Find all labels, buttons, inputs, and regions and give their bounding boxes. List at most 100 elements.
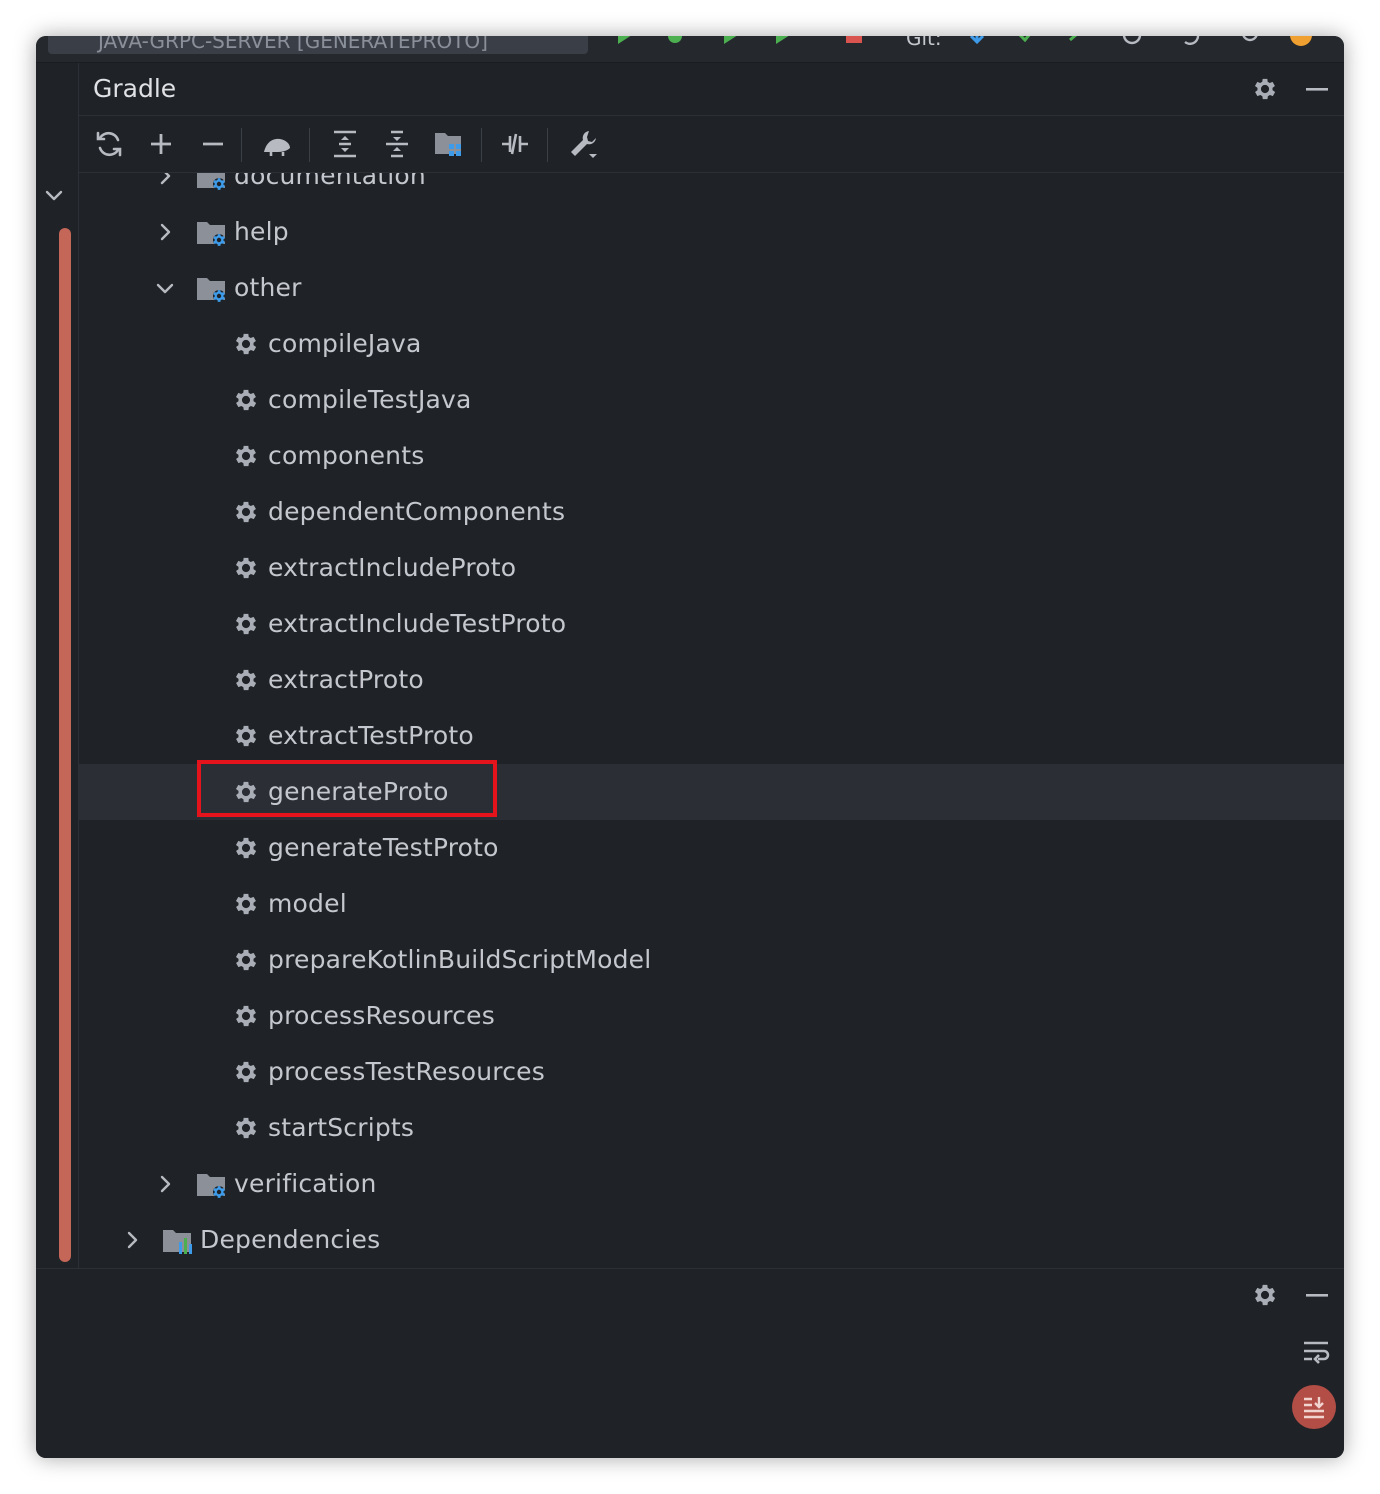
toolbar-separator [547, 128, 548, 162]
scroll-to-end-button[interactable] [1292, 1385, 1336, 1429]
task-label: generateTestProto [268, 833, 499, 862]
task-label: extractProto [268, 665, 424, 694]
task-row[interactable]: startScripts [79, 1100, 1344, 1156]
task-group-folder-icon [195, 1170, 229, 1200]
main-toolbar: JAVA-GRPC-SERVER [GENERATEPROTO] Git: [36, 36, 1344, 63]
coverage-icon[interactable] [718, 36, 740, 46]
task-gear-icon [232, 498, 260, 526]
git-label: Git: [906, 36, 942, 50]
task-label: model [268, 889, 347, 918]
toolbar-separator [481, 128, 482, 162]
git-push-icon[interactable] [1066, 36, 1088, 46]
task-row[interactable]: extractIncludeTestProto [79, 596, 1344, 652]
tree-group-verification[interactable]: verification [79, 1156, 1344, 1212]
tree-group-label: Dependencies [200, 1225, 381, 1254]
task-label: startScripts [268, 1113, 415, 1142]
task-gear-icon [232, 330, 260, 358]
task-row[interactable]: generateTestProto [79, 820, 1344, 876]
tree-group-help[interactable]: help [79, 204, 1344, 260]
run-icon[interactable] [613, 36, 635, 46]
reload-icon[interactable] [93, 128, 125, 160]
scroll-to-end-icon [1304, 1397, 1324, 1419]
dependency-analyzer-icon[interactable] [433, 128, 465, 160]
task-label: compileTestJava [268, 385, 472, 414]
task-row[interactable]: extractIncludeProto [79, 540, 1344, 596]
stop-icon[interactable] [843, 36, 865, 46]
git-commit-icon[interactable] [1016, 36, 1038, 46]
gradle-panel-header: Gradle [79, 63, 1344, 116]
task-label: extractIncludeProto [268, 553, 517, 582]
soft-wrap-icon[interactable] [1300, 1337, 1332, 1369]
tree-group-label: verification [234, 1169, 377, 1198]
chevron-right-icon[interactable] [122, 1230, 142, 1250]
minimize-icon[interactable] [1303, 75, 1331, 103]
task-row[interactable]: compileTestJava [79, 372, 1344, 428]
chevron-right-icon[interactable] [155, 222, 175, 242]
chevron-right-icon[interactable] [155, 173, 175, 186]
task-row[interactable]: extractProto [79, 652, 1344, 708]
task-group-folder-icon [195, 173, 229, 192]
collapse-all-icon[interactable] [381, 128, 413, 160]
task-row[interactable]: dependentComponents [79, 484, 1344, 540]
debug-icon[interactable] [664, 36, 686, 46]
profile-icon[interactable] [770, 36, 792, 46]
task-group-folder-icon [195, 274, 229, 304]
history-icon[interactable] [1121, 36, 1143, 46]
tree-group-label: documentation [234, 173, 426, 190]
task-row[interactable]: extractTestProto [79, 708, 1344, 764]
tree-group-documentation[interactable]: documentation [79, 173, 1344, 204]
chevron-down-icon[interactable] [44, 185, 64, 205]
task-row[interactable]: model [79, 876, 1344, 932]
rollback-icon[interactable] [1179, 36, 1201, 46]
expand-all-icon[interactable] [329, 128, 361, 160]
task-group-folder-icon [195, 218, 229, 248]
avatar-icon[interactable] [1290, 36, 1312, 46]
run-panel-header [36, 1268, 1344, 1324]
remove-icon[interactable] [197, 128, 229, 160]
gradle-task-tree: documentation help other compileJava com… [79, 173, 1344, 1268]
git-update-icon[interactable] [966, 36, 988, 46]
run-output-panel [36, 1323, 1344, 1458]
task-row[interactable]: processTestResources [79, 1044, 1344, 1100]
gear-icon[interactable] [1251, 75, 1279, 103]
tree-group-label: other [234, 273, 302, 302]
task-gear-icon [232, 946, 260, 974]
minimize-icon[interactable] [1303, 1281, 1331, 1309]
chevron-down-icon[interactable] [155, 278, 175, 298]
task-label: extractIncludeTestProto [268, 609, 567, 638]
tree-group-label: help [234, 217, 289, 246]
add-icon[interactable] [145, 128, 177, 160]
gear-icon[interactable] [1251, 1281, 1279, 1309]
task-row[interactable]: prepareKotlinBuildScriptModel [79, 932, 1344, 988]
toggle-offline-icon[interactable] [499, 128, 531, 160]
task-gear-icon [232, 890, 260, 918]
task-label: processTestResources [268, 1057, 545, 1086]
left-gutter [36, 63, 79, 1268]
tree-group-dependencies[interactable]: Dependencies [79, 1212, 1344, 1268]
task-row[interactable]: processResources [79, 988, 1344, 1044]
execute-task-icon[interactable] [261, 128, 293, 160]
vertical-scrollbar[interactable] [59, 228, 71, 1262]
task-label: compileJava [268, 329, 422, 358]
task-gear-icon [232, 1058, 260, 1086]
chevron-right-icon[interactable] [155, 1174, 175, 1194]
task-gear-icon [232, 386, 260, 414]
task-row[interactable]: components [79, 428, 1344, 484]
task-row[interactable]: compileJava [79, 316, 1344, 372]
search-icon[interactable] [1241, 36, 1263, 46]
task-label: processResources [268, 1001, 495, 1030]
run-configuration-selector[interactable]: JAVA-GRPC-SERVER [GENERATEPROTO] [48, 36, 588, 54]
task-gear-icon [232, 834, 260, 862]
task-gear-icon [232, 610, 260, 638]
task-gear-icon [232, 1002, 260, 1030]
task-gear-icon [232, 442, 260, 470]
run-configuration-label: JAVA-GRPC-SERVER [GENERATEPROTO] [98, 36, 488, 53]
panel-title: Gradle [93, 74, 177, 103]
tree-group-other[interactable]: other [79, 260, 1344, 316]
selected-task-highlight [197, 760, 497, 817]
ide-window: JAVA-GRPC-SERVER [GENERATEPROTO] Git: Gr… [36, 36, 1344, 1458]
task-gear-icon [232, 554, 260, 582]
task-gear-icon [232, 1114, 260, 1142]
toolbar-separator [241, 128, 242, 162]
wrench-icon[interactable] [567, 128, 599, 160]
